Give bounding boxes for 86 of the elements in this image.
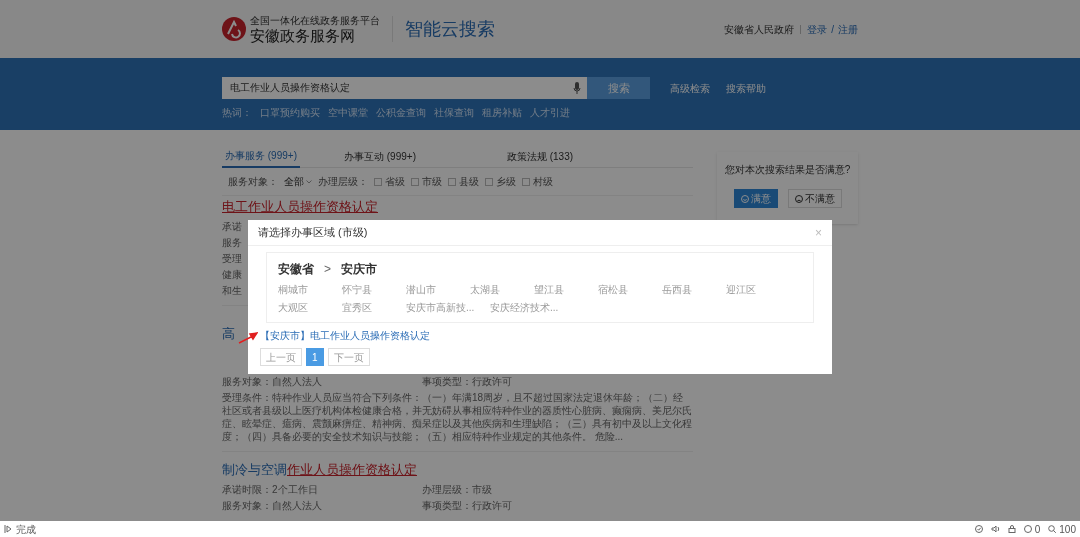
hot-words-label: 热词： [222, 106, 252, 120]
site-name: 安徽政务服务网 [250, 27, 356, 43]
filter-label: 办理层级： [318, 175, 368, 189]
checkbox[interactable] [374, 177, 382, 186]
header-link[interactable]: 登录 [807, 21, 828, 37]
hot-word-link[interactable]: 人才引进 [530, 105, 570, 120]
page-button[interactable]: 1 [306, 348, 324, 366]
speaker-icon[interactable] [990, 525, 1000, 533]
hot-word-link[interactable]: 空中课堂 [328, 105, 368, 120]
area-option[interactable]: 迎江区 [726, 284, 756, 295]
search-link[interactable]: 搜索帮助 [726, 80, 766, 96]
tab[interactable]: 政策法规 (133) [460, 144, 620, 168]
zoom-icon[interactable] [1048, 525, 1057, 533]
arrow-icon [238, 332, 258, 344]
result-detail: 事项类型：行政许可 [422, 499, 512, 512]
breadcrumb-separator: > [324, 261, 331, 278]
hot-word-link[interactable]: 社保查询 [434, 105, 474, 120]
checkbox[interactable] [448, 177, 456, 186]
checkbox-label: 村级 [533, 175, 553, 189]
search-link[interactable]: 高级检索 [670, 80, 710, 96]
checkbox-label: 市级 [422, 175, 442, 189]
download-icon[interactable] [1023, 525, 1032, 533]
search-button[interactable]: 搜索 [587, 77, 650, 99]
result-detail: 服务 [222, 236, 242, 249]
separator: / [831, 22, 834, 37]
tab[interactable]: 办事服务 (999+) [222, 144, 300, 168]
search-field[interactable]: 电工作业人员操作资格认定 [222, 77, 567, 99]
smile-icon [740, 194, 749, 203]
status-text: 完成 [16, 522, 36, 537]
area-option[interactable]: 岳西县 [662, 284, 692, 295]
breadcrumb-item[interactable]: 安庆市 [341, 260, 377, 278]
result-detail: 事项类型：行政许可 [422, 375, 512, 388]
result-title[interactable]: 高 [222, 326, 235, 341]
caret-icon [306, 179, 312, 184]
logo-icon [222, 17, 246, 41]
area-option[interactable]: 大观区 [278, 302, 308, 313]
area-option[interactable]: 太湖县 [470, 284, 500, 295]
feedback-button[interactable]: 不满意 [787, 189, 842, 208]
checkbox-label: 乡级 [496, 175, 516, 189]
result-detail: 服务对象：自然人法人 [222, 375, 323, 388]
shield-icon[interactable] [974, 525, 983, 533]
header-text: 安徽省人民政府 [724, 22, 795, 37]
hot-word-link[interactable]: 口罩预约购买 [260, 105, 320, 120]
frown-icon [794, 194, 803, 203]
checkbox[interactable] [485, 177, 493, 186]
checkbox-label: 县级 [459, 175, 479, 189]
object-dropdown[interactable]: 全部 [284, 174, 312, 189]
microphone-icon [573, 82, 581, 94]
lock-icon[interactable] [1007, 525, 1016, 533]
result-detail: 承诺时限：2个工作日 [222, 483, 319, 496]
breadcrumb-item[interactable]: 安徽省 [278, 260, 314, 278]
feedback-button[interactable]: 满意 [733, 189, 778, 208]
area-option[interactable]: 桐城市 [278, 284, 308, 295]
area-option[interactable]: 望江县 [534, 284, 564, 295]
result-detail: 承诺 [222, 220, 242, 233]
result-detail: 和生 [222, 284, 242, 297]
checkbox[interactable] [411, 177, 419, 186]
checkbox[interactable] [522, 177, 530, 186]
tab[interactable]: 办事互动 (999+) [300, 144, 460, 168]
product-name: 智能云搜索 [405, 17, 495, 41]
download-count: 0 [1034, 522, 1041, 537]
result-detail: 办理层级：市级 [422, 483, 492, 496]
checkbox-label: 省级 [385, 175, 405, 189]
result-title[interactable]: 电工作业人员操作资格认定 [222, 199, 378, 214]
zoom-level: 100 [1059, 522, 1076, 537]
result-link[interactable]: 【安庆市】电工作业人员操作资格认定 [260, 328, 430, 343]
platform-name: 全国一体化在线政务服务平台 [250, 15, 380, 26]
filter-label: 服务对象： [228, 175, 278, 189]
area-option[interactable]: 宜秀区 [342, 302, 372, 313]
area-option[interactable]: 宿松县 [598, 284, 628, 295]
result-detail: 健康 [222, 268, 242, 281]
area-option[interactable]: 安庆经济技术... [490, 302, 559, 313]
feedback-question: 您对本次搜索结果是否满意? [724, 163, 851, 177]
hot-word-link[interactable]: 公积金查询 [376, 105, 426, 120]
hot-word-link[interactable]: 租房补贴 [482, 105, 522, 120]
result-detail: 服务对象：自然人法人 [222, 499, 323, 512]
microphone-button[interactable] [567, 77, 587, 99]
area-option[interactable]: 怀宁县 [342, 284, 372, 295]
header-link[interactable]: 注册 [838, 21, 858, 37]
dialog-title: 请选择办事区域 (市级) [258, 225, 368, 241]
area-option[interactable]: 安庆市高新技... [406, 302, 475, 313]
result-title[interactable]: 制冷与空调作业人员操作资格认定 [222, 462, 417, 477]
result-detail: 受理 [222, 252, 242, 265]
close-button[interactable]: × [815, 223, 822, 242]
sidebar-toggle-icon[interactable] [4, 525, 12, 533]
area-option[interactable]: 潜山市 [406, 284, 436, 295]
